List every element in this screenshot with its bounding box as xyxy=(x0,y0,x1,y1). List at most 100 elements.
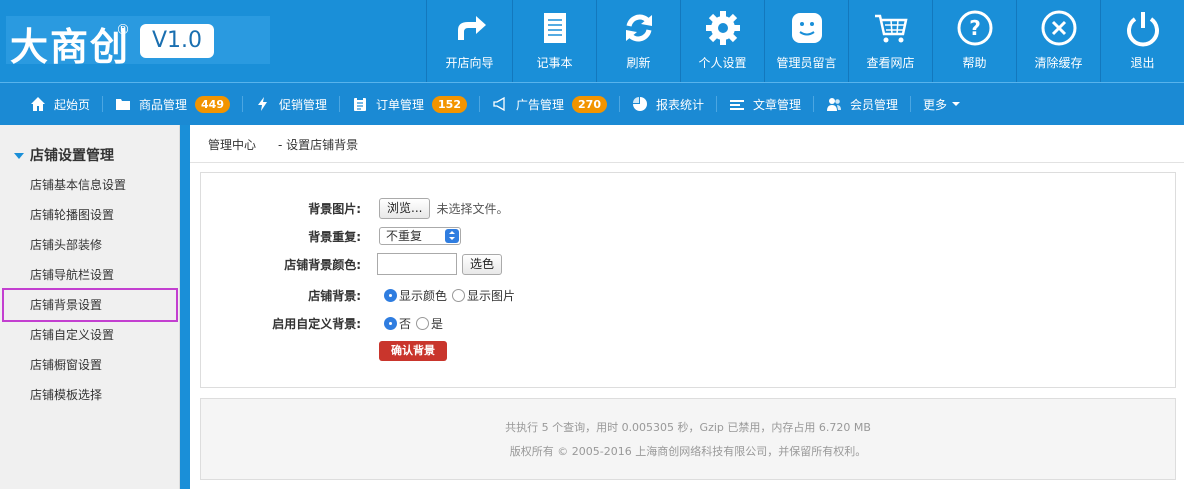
top-nav: 开店向导 记事本 刷新 个人设置 管理员留言 查看网店 ? 帮助 清除缓存 退出 xyxy=(426,0,1184,82)
confirm-background-button[interactable]: 确认背景 xyxy=(379,341,447,361)
lightning-icon xyxy=(258,97,267,111)
sidebar-title[interactable]: 店铺设置管理 xyxy=(14,145,114,165)
footer-stats: 共执行 5 个查询，用时 0.005305 秒，Gzip 已禁用，内存占用 6.… xyxy=(505,421,871,434)
menu-ads[interactable]: 广告管理 270 xyxy=(492,83,607,126)
svg-text:?: ? xyxy=(969,16,981,40)
message-icon xyxy=(791,13,822,43)
topnav-label: 刷新 xyxy=(626,56,651,70)
menu-divider xyxy=(813,96,815,112)
topnav-clear-cache[interactable]: 清除缓存 xyxy=(1016,0,1100,82)
sidebar-item-showcase[interactable]: 店铺橱窗设置 xyxy=(30,356,102,373)
topnav-admin-message[interactable]: 管理员留言 xyxy=(764,0,848,82)
topnav-help[interactable]: ? 帮助 xyxy=(932,0,1016,82)
count-badge: 152 xyxy=(432,95,467,113)
footer-copyright: 版权所有 © 2005-2016 上海商创网络科技有限公司，并保留所有权利。 xyxy=(509,445,867,458)
menu-label: 报表统计 xyxy=(655,97,704,112)
menu-divider xyxy=(618,96,620,112)
home-icon xyxy=(31,97,45,111)
custom-bg-label: 启用自定义背景: xyxy=(272,317,361,331)
form-row-bg-repeat: 背景重复: 不重复 xyxy=(201,225,1177,247)
sidebar-item-basic-info[interactable]: 店铺基本信息设置 xyxy=(30,176,126,193)
pick-color-button[interactable]: 选色 xyxy=(462,253,503,275)
sidebar-item-custom[interactable]: 店铺自定义设置 xyxy=(30,326,114,343)
list-icon xyxy=(730,100,744,110)
menu-reports[interactable]: 报表统计 xyxy=(632,83,704,126)
sidebar-item-template[interactable]: 店铺模板选择 xyxy=(30,386,102,403)
gear-icon xyxy=(705,11,740,45)
browse-button[interactable]: 浏览... xyxy=(379,197,431,219)
folder-icon xyxy=(116,99,131,110)
topnav-shop-wizard[interactable]: 开店向导 xyxy=(426,0,512,82)
radio-show-image-label: 显示图片 xyxy=(467,288,516,303)
cart-icon xyxy=(874,14,908,43)
sidebar-title-label: 店铺设置管理 xyxy=(30,148,114,164)
menu-label: 订单管理 xyxy=(376,97,425,112)
sidebar-toggle-strip[interactable] xyxy=(180,125,190,489)
logo-registered-mark: ® xyxy=(116,22,130,38)
form-row-custom-bg: 启用自定义背景: 否 是 xyxy=(201,312,1177,334)
logo: 大商创 ® V1.0 xyxy=(0,0,270,82)
arrow-forward-icon xyxy=(457,16,486,40)
topnav-label: 管理员留言 xyxy=(776,56,837,70)
megaphone-icon xyxy=(493,96,505,112)
help-icon: ? xyxy=(957,10,992,46)
form-row-shop-bg: 店铺背景: 显示颜色 显示图片 xyxy=(201,284,1177,306)
close-circle-icon xyxy=(1041,10,1076,46)
menu-members[interactable]: 会员管理 xyxy=(826,83,898,126)
menu-home[interactable]: 起始页 xyxy=(30,83,90,126)
radio-custom-no[interactable] xyxy=(384,316,397,330)
radio-show-image[interactable] xyxy=(452,288,466,302)
refresh-icon xyxy=(625,14,652,42)
no-file-text: 未选择文件。 xyxy=(436,201,509,216)
radio-custom-yes[interactable] xyxy=(416,316,430,330)
menu-promotion[interactable]: 促销管理 xyxy=(255,83,327,126)
main-menu-bar: 起始页 商品管理 449 促销管理 订单管理 152 广告管理 270 报表统计… xyxy=(0,82,1184,125)
topnav-personal-settings[interactable]: 个人设置 xyxy=(680,0,764,82)
topnav-logout[interactable]: 退出 xyxy=(1100,0,1184,82)
sidebar-item-header-decor[interactable]: 店铺头部装修 xyxy=(30,236,102,253)
menu-divider xyxy=(479,96,480,112)
top-header: 大商创 ® V1.0 开店向导 记事本 刷新 个人设置 管理员留言 查看网店 ?… xyxy=(0,0,1184,82)
menu-more[interactable]: 更多 xyxy=(923,83,961,126)
menu-goods[interactable]: 商品管理 449 xyxy=(115,83,230,126)
bg-image-label: 背景图片: xyxy=(308,202,361,216)
menu-divider xyxy=(910,96,912,112)
shop-bg-label: 店铺背景: xyxy=(308,289,361,303)
menu-label: 更多 xyxy=(923,97,948,112)
bg-color-label: 店铺背景颜色: xyxy=(284,258,361,272)
chevron-down-icon xyxy=(952,102,961,106)
breadcrumb-root[interactable]: 管理中心 xyxy=(208,136,256,153)
menu-divider xyxy=(102,96,104,112)
breadcrumb: 管理中心 - 设置店铺背景 xyxy=(190,125,1184,163)
bg-color-input[interactable] xyxy=(377,253,457,275)
menu-divider xyxy=(716,96,717,112)
users-icon xyxy=(827,98,842,111)
sidebar-item-nav-settings[interactable]: 店铺导航栏设置 xyxy=(30,266,114,283)
topnav-label: 查看网店 xyxy=(866,56,915,70)
topnav-label: 个人设置 xyxy=(698,56,747,70)
topnav-label: 记事本 xyxy=(536,56,573,70)
topnav-label: 清除缓存 xyxy=(1034,56,1083,70)
menu-articles[interactable]: 文章管理 xyxy=(729,83,801,126)
sidebar-item-carousel[interactable]: 店铺轮播图设置 xyxy=(30,206,114,223)
menu-label: 促销管理 xyxy=(279,97,328,112)
radio-show-color[interactable] xyxy=(384,288,397,302)
clipboard-icon xyxy=(354,97,367,111)
radio-custom-yes-label: 是 xyxy=(431,316,444,331)
radio-show-color-label: 显示颜色 xyxy=(399,288,448,303)
sidebar-item-background[interactable]: 店铺背景设置 xyxy=(30,296,102,313)
select-arrows-icon xyxy=(445,229,459,243)
bg-repeat-select[interactable]: 不重复 xyxy=(379,227,461,245)
menu-label: 起始页 xyxy=(54,97,91,112)
topnav-label: 退出 xyxy=(1130,56,1155,70)
pie-chart-icon xyxy=(632,97,647,111)
version-badge: V1.0 xyxy=(140,24,214,58)
menu-divider xyxy=(242,96,243,112)
menu-orders[interactable]: 订单管理 152 xyxy=(352,83,467,126)
topnav-notepad[interactable]: 记事本 xyxy=(512,0,596,82)
form-row-bg-image: 背景图片: 浏览... 未选择文件。 xyxy=(201,197,1177,219)
topnav-refresh[interactable]: 刷新 xyxy=(596,0,680,82)
form-row-submit: 确认背景 xyxy=(201,340,1177,362)
menu-label: 文章管理 xyxy=(753,97,802,112)
topnav-view-shop[interactable]: 查看网店 xyxy=(848,0,932,82)
